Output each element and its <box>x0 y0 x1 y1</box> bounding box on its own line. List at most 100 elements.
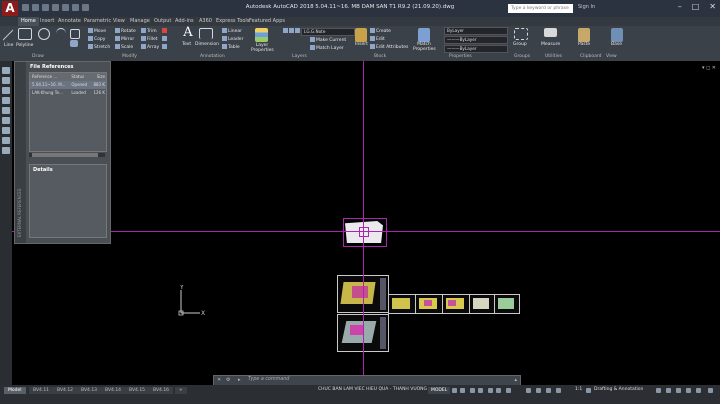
snap-icon[interactable] <box>460 388 465 393</box>
command-close-icon[interactable]: ✕ <box>217 377 221 383</box>
command-history-icon[interactable]: ▴ <box>514 377 517 383</box>
offset-icon[interactable] <box>162 44 168 50</box>
table-row[interactable]: 5.04.11~16. M... Opened 883 K <box>30 81 106 89</box>
undo-icon[interactable] <box>72 4 79 11</box>
properties-panel-label[interactable]: Properties <box>449 54 472 59</box>
group-icon[interactable] <box>514 28 528 40</box>
arc-icon[interactable] <box>56 28 66 39</box>
line-icon[interactable] <box>3 28 13 42</box>
scale-button[interactable]: Scale <box>115 44 133 50</box>
annotation-scale-icon[interactable] <box>556 388 561 393</box>
file-references-header[interactable]: File References <box>27 62 110 72</box>
polyline-icon[interactable] <box>18 28 32 40</box>
groups-panel-label[interactable]: Groups <box>514 54 530 59</box>
grid-icon[interactable] <box>452 388 457 393</box>
workspace-switcher[interactable]: Drafting & Annotation <box>594 387 643 392</box>
units-icon[interactable] <box>666 388 671 393</box>
text-icon[interactable]: A <box>180 26 196 40</box>
layout-tab-model[interactable]: Model <box>4 387 26 394</box>
drawing-sheet[interactable] <box>442 294 470 314</box>
model-space-button[interactable]: MODEL <box>428 387 451 394</box>
measure-button[interactable]: Measure <box>541 42 560 47</box>
column-reference[interactable]: Reference ... <box>30 73 71 81</box>
hatch-icon[interactable] <box>70 40 78 47</box>
layout-tab[interactable]: BV4.13 <box>77 387 102 394</box>
scrollbar-thumb[interactable] <box>32 153 98 157</box>
toolbar-icon[interactable] <box>2 117 10 124</box>
match-layer-button[interactable]: Match Layer <box>310 45 344 51</box>
rectangle-icon[interactable] <box>70 29 80 39</box>
clipboard-panel-label[interactable]: Clipboard <box>580 54 602 59</box>
base-view-icon[interactable] <box>611 28 623 42</box>
osnap-icon[interactable] <box>488 388 493 393</box>
tab-express-tools[interactable]: Express Tools <box>216 18 249 24</box>
column-size[interactable]: Size <box>93 73 106 81</box>
toolbar-icon[interactable] <box>2 87 10 94</box>
fillet-button[interactable]: Fillet <box>141 36 158 42</box>
layer-state-icons[interactable] <box>283 28 301 34</box>
draw-panel-label[interactable]: Draw <box>32 54 44 59</box>
text-button[interactable]: Text <box>182 42 191 47</box>
open-icon[interactable] <box>32 4 39 11</box>
tab-insert[interactable]: Insert <box>40 18 54 24</box>
dimension-button[interactable]: Dimension <box>195 42 219 47</box>
save-icon[interactable] <box>42 4 49 11</box>
palette-title-strip[interactable]: EXTERNAL REFERENCES <box>15 62 26 243</box>
ortho-icon[interactable] <box>470 388 475 393</box>
drawing-sheet[interactable] <box>494 294 520 314</box>
layout-tab[interactable]: BV4.16 <box>149 387 174 394</box>
tab-manage[interactable]: Manage <box>130 18 150 24</box>
annotation-panel-label[interactable]: Annotation <box>200 54 225 59</box>
isolate-objects-icon[interactable] <box>676 388 681 393</box>
annotation-monitor-icon[interactable] <box>656 388 661 393</box>
close-icon[interactable]: ✕ <box>709 2 716 11</box>
toolbar-icon[interactable] <box>2 107 10 114</box>
modify-panel-label[interactable]: Modify <box>122 54 137 59</box>
layer-properties-icon[interactable] <box>255 28 268 42</box>
annotation-visibility-icon[interactable] <box>546 388 551 393</box>
application-menu-button[interactable]: A <box>2 1 18 16</box>
layout-tab[interactable]: BV4.11 <box>29 387 54 394</box>
tab-home[interactable]: Home <box>18 17 39 26</box>
color-dropdown[interactable]: ByLayer <box>444 27 508 35</box>
view-panel-label[interactable]: View <box>606 54 617 59</box>
tab-featured-apps[interactable]: Featured Apps <box>249 18 285 24</box>
polar-icon[interactable] <box>478 388 483 393</box>
tab-view[interactable]: View <box>113 18 125 24</box>
save-as-icon[interactable] <box>52 4 59 11</box>
table-button[interactable]: Table <box>222 44 240 50</box>
make-current-button[interactable]: Make Current <box>310 37 346 43</box>
mirror-button[interactable]: Mirror <box>115 36 134 42</box>
hardware-acceleration-icon[interactable] <box>686 388 691 393</box>
layout-tab[interactable]: BV4.12 <box>53 387 78 394</box>
erase-icon[interactable] <box>162 28 168 34</box>
copy-button[interactable]: Copy <box>88 36 105 42</box>
base-button[interactable]: Base <box>611 42 622 47</box>
toolbar-icon[interactable] <box>2 127 10 134</box>
maximize-icon[interactable]: □ <box>692 2 700 11</box>
edit-block-button[interactable]: Edit <box>370 36 385 42</box>
tab-parametric[interactable]: Parametric <box>84 18 111 24</box>
annotation-scale-value[interactable]: 1:1 <box>575 387 582 392</box>
match-properties-button[interactable]: Match Properties <box>413 42 436 52</box>
dimension-icon[interactable] <box>199 28 213 39</box>
toolbar-icon[interactable] <box>2 67 10 74</box>
command-input[interactable]: Type a command <box>248 377 289 382</box>
layout-tab[interactable]: BV4.14 <box>101 387 126 394</box>
move-button[interactable]: Move <box>88 28 106 34</box>
tab-a360[interactable]: A360 <box>199 18 212 24</box>
drawing-sheet[interactable] <box>415 294 443 314</box>
details-header[interactable]: Details <box>30 165 106 175</box>
toolbar-icon[interactable] <box>2 147 10 154</box>
paste-icon[interactable] <box>578 28 590 42</box>
lineweight-dropdown[interactable]: ———ByLayer <box>444 45 508 53</box>
lineweight-icon[interactable] <box>506 388 511 393</box>
new-icon[interactable] <box>22 4 29 11</box>
create-block-button[interactable]: Create <box>370 28 391 34</box>
layer-properties-button[interactable]: Layer Properties <box>251 43 274 53</box>
plot-icon[interactable] <box>62 4 69 11</box>
circle-icon[interactable] <box>38 28 50 40</box>
viewport-controls[interactable]: ▾ ◻ ✕ <box>702 65 716 71</box>
tab-add-ins[interactable]: Add-ins <box>175 18 194 24</box>
clean-screen-icon[interactable] <box>696 388 701 393</box>
